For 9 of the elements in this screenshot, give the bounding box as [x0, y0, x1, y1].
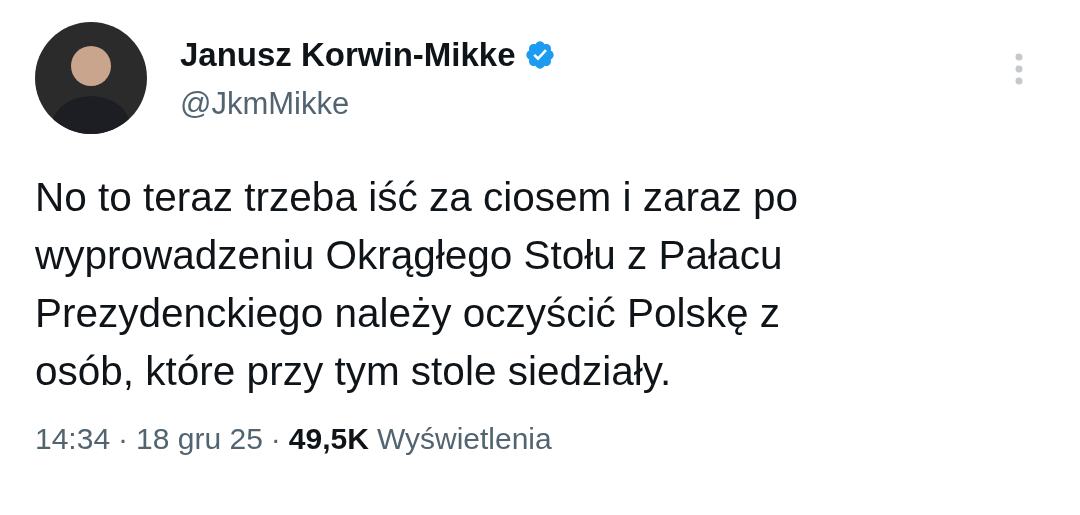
- author-name[interactable]: Janusz Korwin-Mikke: [180, 36, 516, 74]
- post-date[interactable]: 18 gru 25: [136, 422, 263, 456]
- views-label: Wyświetlenia: [376, 422, 552, 456]
- views-count: 49,5K: [288, 422, 369, 456]
- post-time[interactable]: 14:34: [35, 422, 111, 456]
- post-text: No to teraz trzeba iść za ciosem i zaraz po wyprowadzeniu Okrągłego Stołu z Pałacu Prezydenckiego należy oczyścić Polskę z osób, które przy tym stole siedziały.: [35, 173, 800, 396]
- separator-dot: ·: [270, 422, 281, 456]
- separator-dot: ·: [118, 422, 129, 456]
- author-handle[interactable]: @JkmMikke: [180, 86, 980, 122]
